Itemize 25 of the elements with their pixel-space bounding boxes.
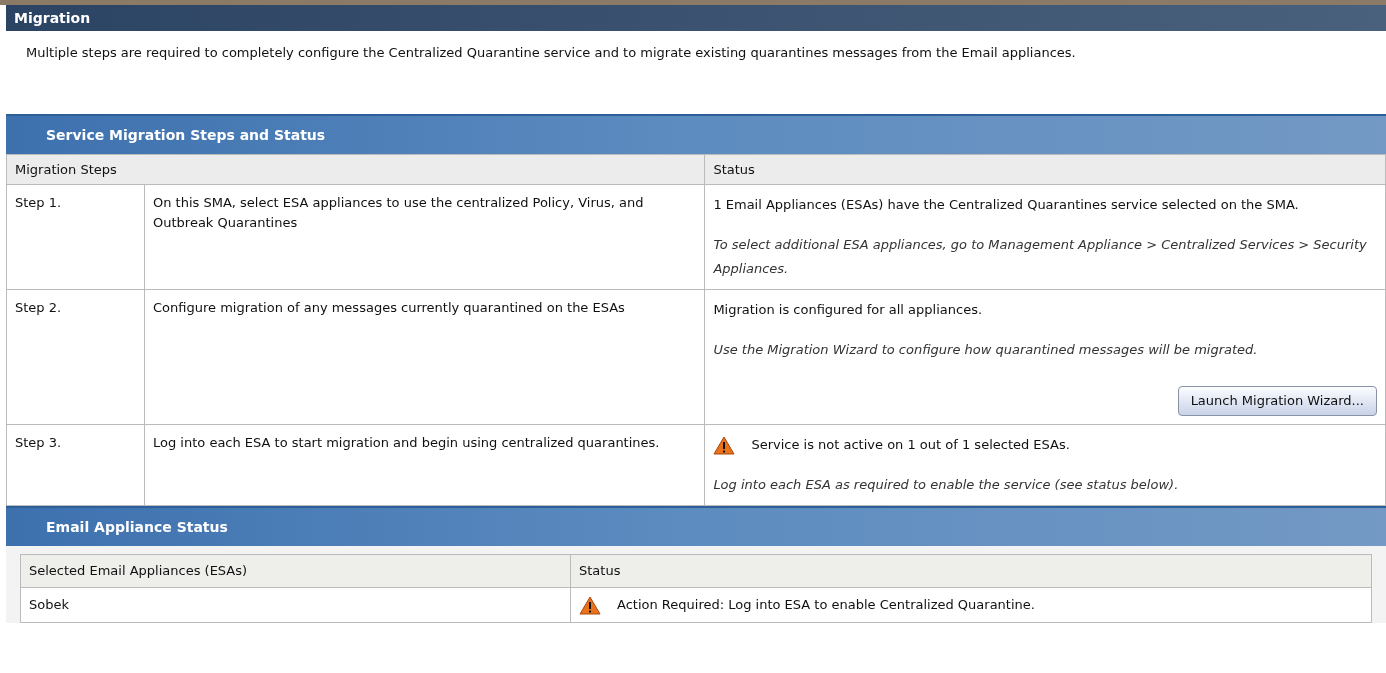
warning-text: Service is not active on 1 out of 1 selected ESAs. — [751, 436, 1070, 454]
page-title-bar: Migration — [6, 5, 1386, 31]
warning-icon — [579, 595, 601, 615]
status-note: Use the Migration Wizard to configure how quarantined messages will be migrated. — [713, 341, 1259, 359]
warning-icon — [713, 435, 736, 455]
section-header: Service Migration Steps and Status — [6, 114, 1386, 154]
step-description: On this SMA, select ESA appliances to use the centralized Policy, Virus, and Outbreak Quarantines — [144, 184, 705, 290]
step-label: Step 2. — [6, 289, 145, 425]
status-note: To select additional ESA appliances, go to Management Appliance > Centralized Services > Security Appliances. — [713, 236, 1368, 278]
step-description: Log into each ESA to start migration and begin using centralized quarantines. — [144, 424, 705, 506]
column-header: Selected Email Appliances (ESAs) — [20, 554, 571, 588]
appliance-name: Sobek — [20, 587, 571, 623]
column-header: Status — [704, 154, 1386, 185]
status-note: Log into each ESA as required to enable the service (see status below). — [713, 476, 1180, 494]
appliance-status: Action Required: Log into ESA to enable Centralized Quarantine. — [617, 596, 1035, 615]
step-label: Step 1. — [6, 184, 145, 290]
launch-wizard-button[interactable]: Launch Migration Wizard... — [1177, 386, 1377, 416]
column-header: Migration Steps — [6, 154, 705, 185]
column-header: Status — [570, 554, 1372, 588]
intro-text: Multiple steps are required to completely configure the Centralized Quarantine service and to migrate existing quarantines messages from the Email appliances. — [25, 44, 1077, 62]
status-text: Migration is configured for all appliances. — [713, 301, 984, 319]
section-header: Email Appliance Status — [6, 506, 1386, 546]
status-text: 1 Email Appliances (ESAs) have the Centralized Quarantines service selected on the SMA. — [713, 196, 1300, 214]
step-label: Step 3. — [6, 424, 145, 506]
step-description: Configure migration of any messages currently quarantined on the ESAs — [144, 289, 705, 425]
